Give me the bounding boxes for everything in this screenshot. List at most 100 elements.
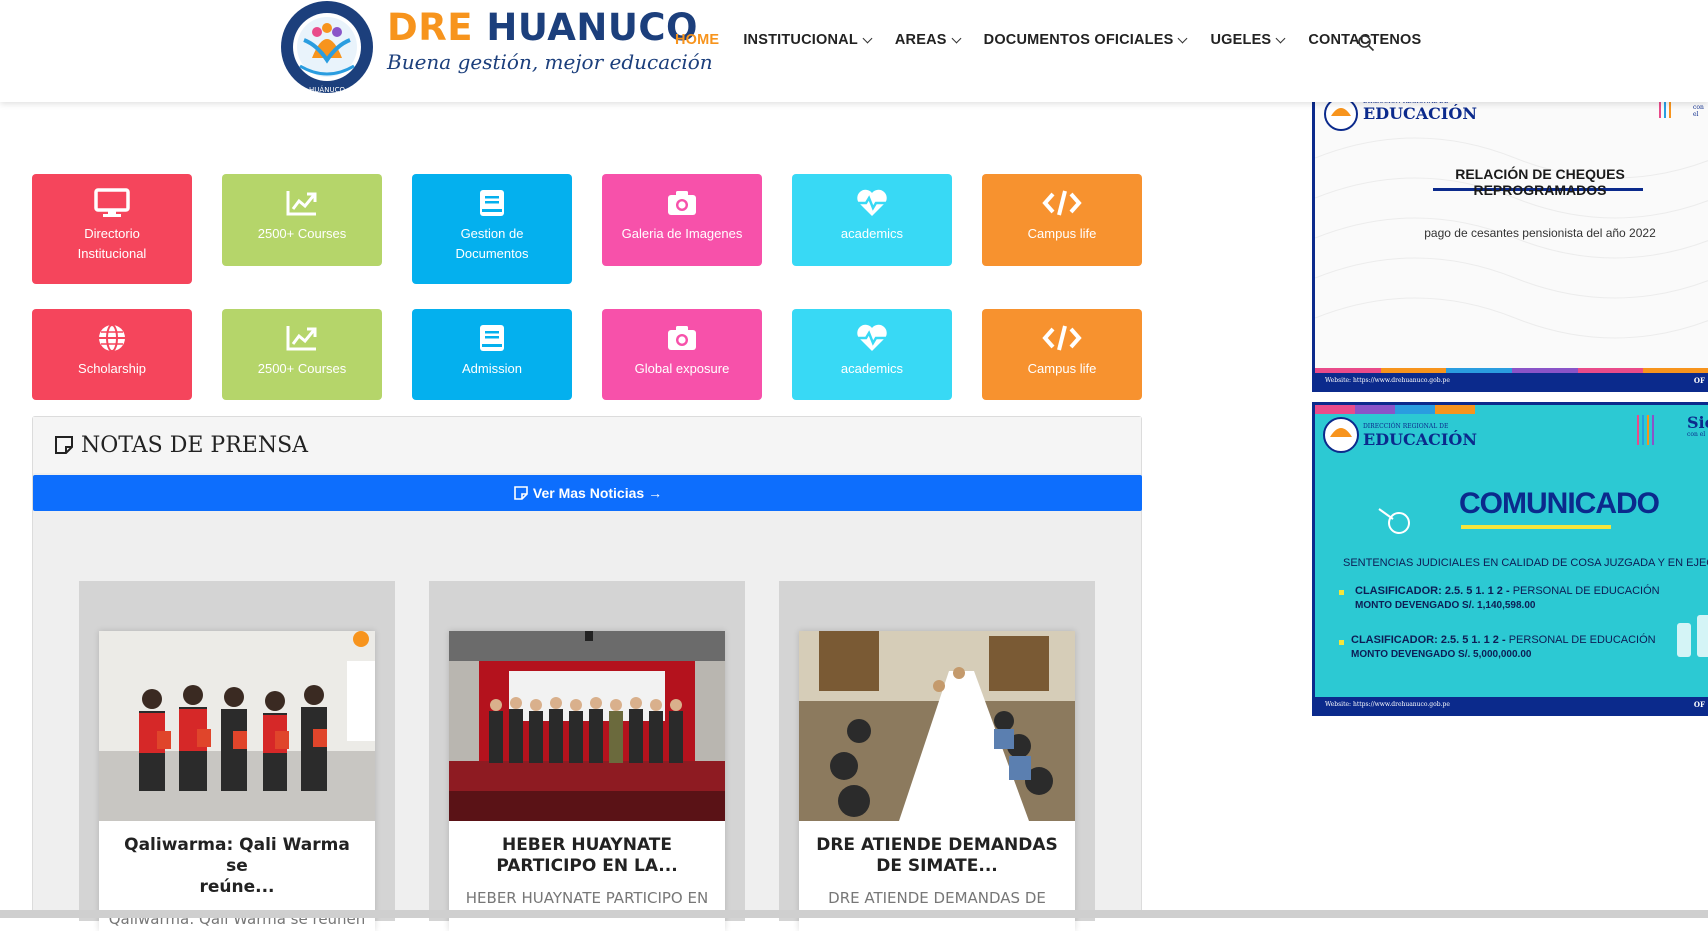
dre-logo-badge[interactable]: HUÁNUCO [272,0,382,98]
camera-icon [668,191,696,215]
news-header: NOTAS DE PRENSA [33,417,1141,473]
banner2-footer: Website: https://www.drehuanuco.gob.pe OF [1315,697,1708,713]
tile-campus-life-2[interactable]: Campus life [982,309,1142,400]
banner2-org-big: EDUCACIÓN [1363,430,1477,449]
banner2-title: COMUNICADO [1459,487,1660,520]
tile-courses-2[interactable]: 2500+ Courses [222,309,382,400]
camera-icon [668,326,696,350]
tile-global-exposure[interactable]: Global exposure [602,309,762,400]
tile-directorio[interactable]: Directorio Institucional [32,174,192,284]
tile-courses[interactable]: 2500+ Courses [222,174,382,266]
nav-areas-label: AREAS [894,32,947,48]
banner1-website: Website: https://www.drehuanuco.gob.pe [1325,377,1450,384]
nav-institucional[interactable]: INSTITUCIONAL [743,32,873,48]
news-card-title-line1: HEBER HUAYNATE [501,835,673,855]
chevron-down-icon [1178,33,1188,43]
heartbeat-icon [857,324,887,351]
heartbeat-icon [857,189,887,216]
news-card-image[interactable] [99,631,375,821]
tile-scholarship[interactable]: Scholarship [32,309,192,400]
banner1-org-big: EDUCACIÓN [1363,104,1477,123]
banner2-item1-amount: MONTO DEVENGADO S/. 1,140,598.00 [1355,600,1536,611]
book-icon [480,325,504,351]
banner1-title: RELACIÓN DE CHEQUES REPROGRAMADOS [1455,166,1625,198]
news-card-excerpt: HEBER HUAYNATE PARTICIPO EN [465,889,709,907]
main-nav: HOME INSTITUCIONAL AREAS DOCUMENTOS OFIC… [675,32,1445,48]
news-card-wrapper: Qaliwarma: Qali Warma se reúne... Qaliwar… [79,581,395,931]
tile-admission[interactable]: Admission [412,309,572,400]
news-card-title[interactable]: Qaliwarma: Qali Warma se reúne... [99,821,375,898]
monitor-icon [94,188,130,217]
tile-label-line: Campus life [1027,361,1097,376]
nav-documentos-oficiales[interactable]: DOCUMENTOS OFICIALES [983,32,1188,48]
nav-ugeles[interactable]: UGELES [1210,32,1286,48]
news-card-title-line2: PARTICIPO EN LA... [496,856,678,876]
news-card-wrapper: HEBER HUAYNATE PARTICIPO EN LA... HEBER H… [429,581,745,931]
tile-label-line: Campus life [1027,226,1097,241]
tile-label-line: Directorio [84,226,140,241]
brand-title[interactable]: DRE HUANUCO [387,6,698,49]
chart-icon [286,326,317,351]
news-card-title-line2: DE SIMATE... [876,856,998,876]
chevron-down-icon [862,33,873,43]
ver-mas-noticias-button[interactable]: Ver Mas Noticias → [33,475,1142,511]
news-card[interactable]: HEBER HUAYNATE PARTICIPO EN LA... HEBER H… [449,631,725,931]
tile-label-line: 2500+ Courses [257,361,347,376]
nav-home[interactable]: HOME [675,32,719,48]
news-card-image[interactable] [449,631,725,821]
tile-label-line: Institucional [77,246,147,261]
banner2-item1-label: CLASIFICADOR: 2.5. 5 1. 1 2 - [1355,585,1510,597]
banner1-footer: Website: https://www.drehuanuco.gob.pe OF [1315,373,1708,389]
site-header: HUÁNUCO DRE HUANUCO Buena gestión, mejor… [0,0,1708,102]
brand-title-part2: HUANUCO [486,6,698,49]
tile-label-line: Global exposure [634,361,730,376]
banner2-tag-right-small: con el [1687,431,1706,438]
news-card-wrapper: DRE ATIENDE DEMANDAS DE SIMATE... DRE ATI… [779,581,1095,931]
side-banner-comunicado[interactable]: DIRECCIÓN REGIONAL DE EDUCACIÓN Sie con … [1312,402,1708,716]
banner1-edge-text: OF [1693,376,1705,385]
tile-academics[interactable]: academics [792,174,952,266]
news-card-title-line1: Qaliwarma: Qali Warma se [124,835,350,876]
sticky-note-icon [55,436,73,454]
horizontal-scrollbar[interactable] [0,910,1708,918]
tile-academics-2[interactable]: academics [792,309,952,400]
news-card-title[interactable]: HEBER HUAYNATE PARTICIPO EN LA... [449,821,725,877]
banner2-item1: CLASIFICADOR: 2.5. 5 1. 1 2 - PERSONAL D… [1355,585,1660,597]
chart-icon [286,191,317,216]
news-card-excerpt: DRE ATIENDE DEMANDAS DE [828,889,1046,907]
tile-campus-life[interactable]: Campus life [982,174,1142,266]
banner2-item1-rest: PERSONAL DE EDUCACIÓN [1509,585,1660,597]
globe-icon [99,324,125,352]
banner1-subtitle: pago de cesantes pensionista del año 202… [1424,226,1656,240]
tile-gestion-documentos[interactable]: Gestion de Documentos [412,174,572,284]
banner2-website: Website: https://www.drehuanuco.gob.pe [1325,701,1450,708]
banner1-tag-right: con el [1693,104,1704,118]
banner2-subtitle: SENTENCIAS JUDICIALES EN CALIDAD DE COSA… [1343,557,1708,569]
nav-areas[interactable]: AREAS [894,32,962,48]
news-card-title-line1: DRE ATIENDE DEMANDAS [816,835,1058,855]
news-section: NOTAS DE PRENSA Ver Mas Noticias → Qaliw… [32,416,1142,931]
nav-home-label: HOME [675,32,720,48]
code-icon [1042,325,1082,351]
tile-label-line: academics [840,361,904,376]
tile-galeria[interactable]: Galeria de Imagenes [602,174,762,266]
news-card[interactable]: DRE ATIENDE DEMANDAS DE SIMATE... DRE ATI… [799,631,1075,931]
tile-label-line: Admission [462,361,522,376]
news-card-title[interactable]: DRE ATIENDE DEMANDAS DE SIMATE... [799,821,1075,877]
banner-background [1315,98,1708,339]
banner2-item2: CLASIFICADOR: 2.5. 5 1. 1 2 - PERSONAL D… [1351,634,1656,646]
code-icon [1042,190,1082,216]
tile-label-line: Galeria de Imagenes [621,226,743,241]
news-card[interactable]: Qaliwarma: Qali Warma se reúne... Qaliwar… [99,631,375,931]
book-icon [480,190,504,216]
tile-label-line: Documentos [455,246,529,261]
search-icon[interactable] [1357,34,1375,52]
banner2-item2-amount: MONTO DEVENGADO S/. 5,000,000.00 [1351,649,1532,660]
news-card-image[interactable] [799,631,1075,821]
nav-documentos-label: DOCUMENTOS OFICIALES [983,32,1174,48]
logo-bottom-text: HUÁNUCO [309,85,345,94]
sticky-note-icon [514,486,528,500]
brand-title-part1: DRE [387,6,487,49]
banner2-edge-text: OF [1693,700,1705,709]
side-banner-cheques[interactable]: DIRECCIÓN REGIONAL DE EDUCACIÓN con el R… [1312,98,1708,392]
